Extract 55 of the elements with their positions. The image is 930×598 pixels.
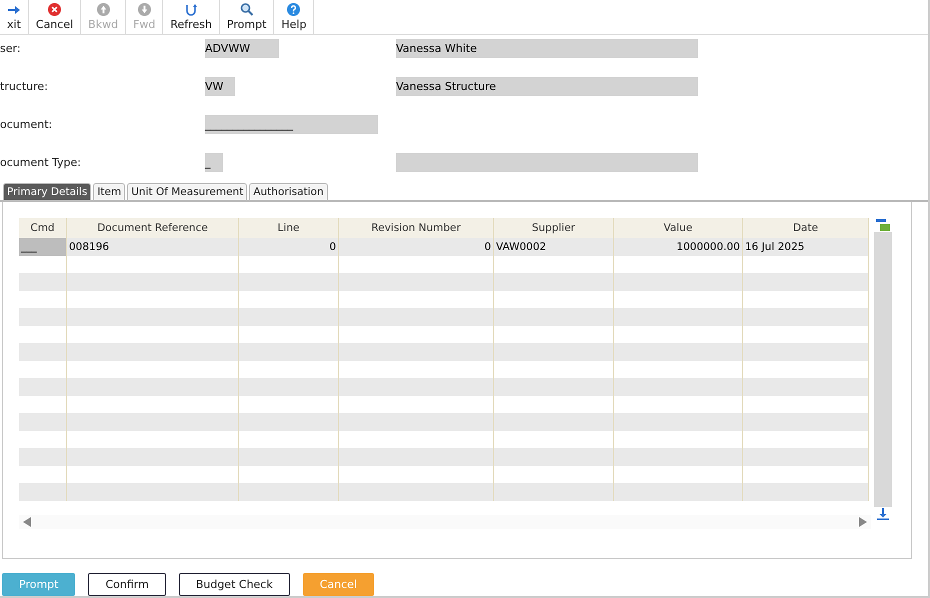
table-cell — [19, 430, 67, 448]
download-icon[interactable] — [877, 507, 889, 520]
name-field[interactable] — [396, 153, 698, 172]
name-field[interactable]: Vanessa Structure — [396, 77, 698, 96]
column-header: Date — [743, 218, 869, 238]
scroll-right-icon[interactable] — [859, 516, 867, 526]
column-header: Value — [614, 218, 743, 238]
field-label: ocument Type: — [0, 156, 82, 169]
code-field[interactable]: ________________ — [205, 115, 378, 134]
action-button[interactable]: Budget Check — [178, 573, 290, 596]
refresh-icon — [184, 3, 198, 16]
column-header: Document Reference — [67, 218, 239, 238]
column-header: Revision Number — [339, 218, 494, 238]
scroll-left-icon[interactable] — [23, 516, 31, 526]
tab[interactable]: Primary Details — [3, 183, 92, 200]
table-cell: VAW0002 — [494, 238, 614, 256]
field-label: tructure: — [0, 80, 49, 93]
table-cell — [19, 343, 67, 360]
code-field[interactable]: VW — [205, 77, 235, 96]
tab[interactable]: Authorisation — [249, 183, 328, 200]
table-cell: 16 Jul 2025 — [743, 238, 869, 256]
name-field[interactable]: Vanessa White — [396, 39, 698, 58]
table-cell — [19, 308, 67, 326]
search-icon — [240, 3, 254, 16]
help-icon — [287, 3, 300, 16]
table-cell: 008196 — [67, 238, 239, 256]
table-cell — [19, 360, 67, 378]
table-cell: 0 — [239, 238, 339, 256]
close-icon — [48, 3, 62, 16]
table-cell — [19, 483, 67, 500]
field-label: ocument: — [0, 118, 54, 131]
table-cell — [19, 396, 67, 413]
table-cell — [19, 290, 67, 308]
table-cell — [19, 413, 67, 430]
column-header: Cmd — [19, 218, 67, 238]
tab[interactable]: Unit Of Measurement — [127, 183, 248, 200]
table-cell[interactable]: ___ — [19, 238, 67, 256]
field-label: ser: — [0, 42, 22, 55]
tab[interactable]: Item — [93, 183, 126, 200]
arrow-icon — [8, 4, 20, 16]
code-field[interactable]: _ — [205, 153, 223, 172]
table-cell: 1000000.00 — [614, 238, 743, 256]
code-field[interactable]: ADVWW — [205, 39, 279, 58]
table-cell — [19, 378, 67, 396]
columns-icon[interactable] — [876, 218, 890, 232]
action-button[interactable]: Confirm — [88, 573, 166, 596]
table-cell — [19, 326, 67, 343]
table-cell — [19, 466, 67, 483]
table-cell — [19, 448, 67, 466]
column-header: Supplier — [494, 218, 614, 238]
table-cell — [19, 273, 67, 290]
table-cell — [19, 256, 67, 273]
table-cell: 0 — [339, 238, 494, 256]
column-header: Line — [239, 218, 339, 238]
vertical-scrollbar[interactable] — [874, 232, 892, 507]
